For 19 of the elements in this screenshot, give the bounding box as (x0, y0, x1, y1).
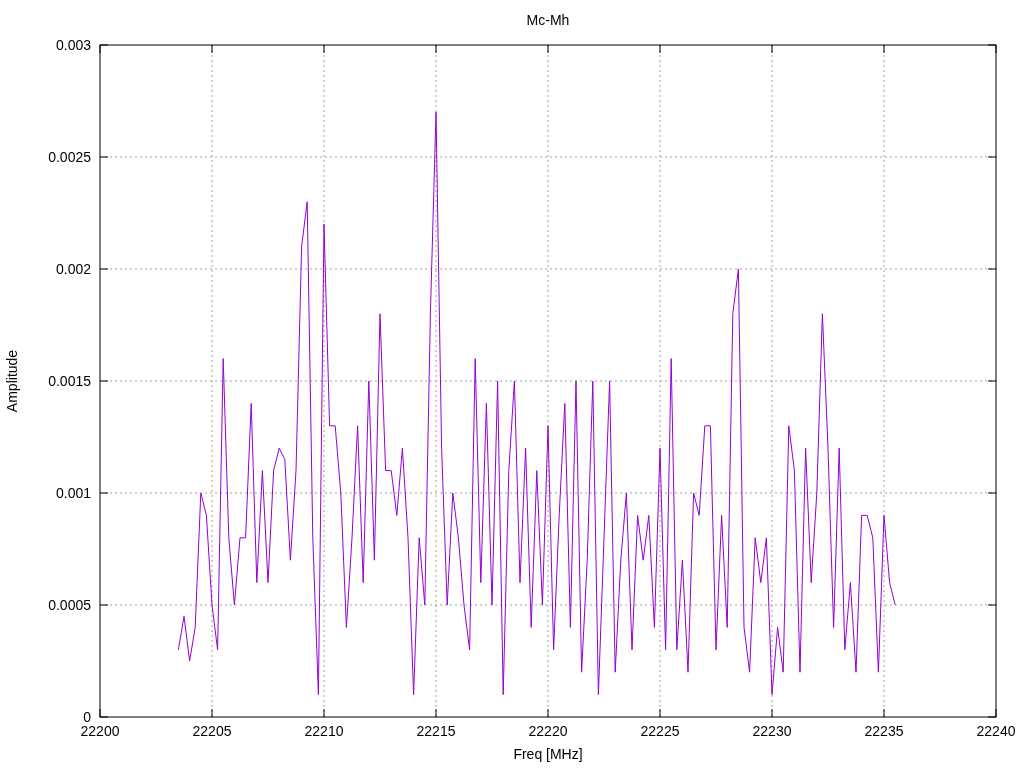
tick-label: 22230 (752, 723, 792, 739)
axis-label: Freq [MHz] (513, 746, 583, 762)
tick-label: 0 (83, 709, 91, 725)
chart-title: Mc-Mh (526, 12, 570, 28)
tick-label: 0.002 (55, 261, 91, 277)
tick-label: 22220 (528, 723, 568, 739)
tick-label: 22200 (80, 723, 120, 739)
tick-label: 22205 (192, 723, 232, 739)
tick-label: 0.001 (55, 485, 91, 501)
tick-label: 22240 (976, 723, 1016, 739)
tick-label: 22235 (864, 723, 904, 739)
tick-label: 22215 (416, 723, 456, 739)
tick-label: 0.0025 (48, 149, 91, 165)
tick-label: 0.0015 (48, 373, 91, 389)
tick-label: 22225 (640, 723, 680, 739)
axis-label: Amplitude (4, 349, 20, 413)
tick-label: 22210 (304, 723, 344, 739)
tick-label: 0.003 (55, 37, 91, 53)
tick-label: 0.0005 (48, 597, 91, 613)
